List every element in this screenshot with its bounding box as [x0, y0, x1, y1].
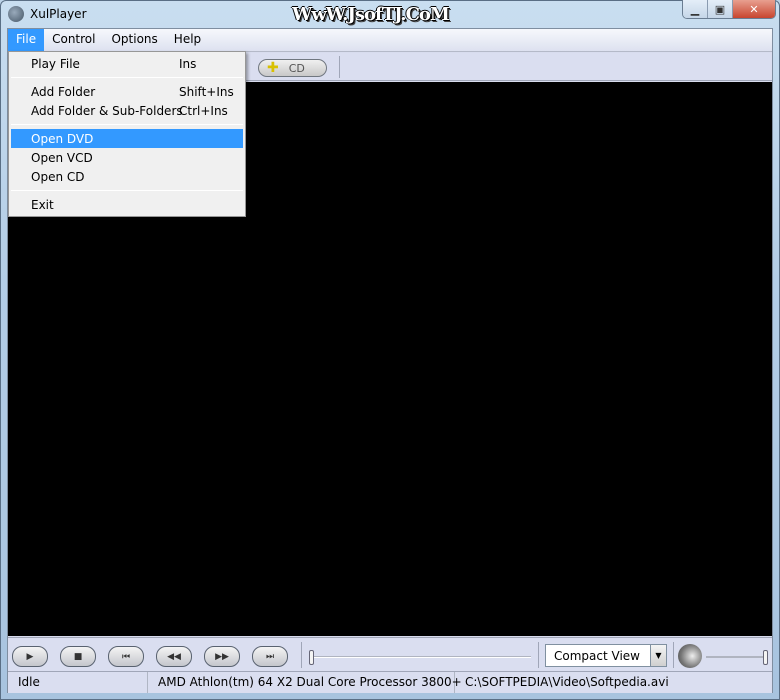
volume-thumb[interactable] [763, 650, 768, 665]
status-cpu: AMD Athlon(tm) 64 X2 Dual Core Processor… [148, 672, 462, 693]
divider [673, 642, 674, 668]
shortcut: Ins [179, 56, 197, 71]
speaker-icon[interactable] [678, 644, 702, 668]
minimize-button[interactable]: ▁ [683, 0, 708, 18]
play-button[interactable]: ▶ [12, 646, 48, 667]
previous-button[interactable]: ⏮ [108, 646, 144, 667]
status-state: Idle [8, 672, 148, 693]
rewind-button[interactable]: ◀◀ [156, 646, 192, 667]
menu-item-add-folder[interactable]: Add Folder Shift+Ins [11, 82, 243, 101]
shortcut: Shift+Ins [179, 84, 234, 99]
volume-track [706, 656, 768, 658]
menu-item-add-folder-subfolders[interactable]: Add Folder & Sub-Folders Ctrl+Ins [11, 101, 243, 120]
seek-track [309, 656, 531, 658]
menu-control[interactable]: Control [44, 29, 103, 52]
menu-item-exit[interactable]: Exit [11, 195, 243, 214]
label: Open CD [31, 169, 85, 184]
next-button[interactable]: ⏭ [252, 646, 288, 667]
app-icon [8, 6, 24, 22]
divider [301, 642, 302, 668]
plus-icon: ✚ [267, 60, 279, 76]
shortcut: Ctrl+Ins [179, 103, 228, 118]
chevron-down-icon[interactable]: ▼ [650, 645, 666, 666]
menu-options[interactable]: Options [103, 29, 165, 52]
menu-item-play-file[interactable]: Play File Ins [11, 54, 243, 73]
view-select[interactable]: Compact View ▼ [545, 644, 667, 667]
menu-separator [11, 190, 243, 191]
maximize-button[interactable]: ▣ [708, 0, 733, 18]
volume-slider[interactable] [706, 650, 768, 665]
menu-item-open-vcd[interactable]: Open VCD [11, 148, 243, 167]
toolbar-divider [339, 56, 340, 78]
view-select-value: Compact View [554, 649, 640, 663]
fast-forward-button[interactable]: ▶▶ [204, 646, 240, 667]
label: Exit [31, 197, 54, 212]
menu-bar: File Control Options Help [8, 29, 772, 52]
label: Add Folder & Sub-Folders [31, 103, 183, 118]
stop-button[interactable]: ■ [60, 646, 96, 667]
file-menu-dropdown: Play File Ins Add Folder Shift+Ins Add Fol… [8, 51, 246, 217]
seek-slider[interactable] [309, 650, 531, 665]
menu-file[interactable]: File [8, 29, 45, 52]
caption-buttons: ▁ ▣ ✕ [682, 0, 776, 19]
watermark: WwW.JsofTJ.CoM [292, 4, 450, 25]
close-button[interactable]: ✕ [733, 0, 775, 18]
label: Open VCD [31, 150, 93, 165]
menu-item-open-cd[interactable]: Open CD [11, 167, 243, 186]
cd-label: CD [288, 61, 305, 75]
label: Open DVD [31, 131, 94, 146]
menu-separator [11, 77, 243, 78]
playback-controls: ▶ ■ ⏮ ◀◀ ▶▶ ⏭ Compact View ▼ [8, 637, 772, 671]
menu-help[interactable]: Help [166, 29, 209, 52]
menu-item-open-dvd[interactable]: Open DVD [11, 129, 243, 148]
menu-separator [11, 124, 243, 125]
label: Play File [31, 56, 80, 71]
cd-button[interactable]: ✚ CD [258, 59, 327, 77]
window-title: XulPlayer [30, 7, 87, 21]
seek-thumb[interactable] [309, 650, 314, 665]
label: Add Folder [31, 84, 96, 99]
title-bar: XulPlayer [8, 4, 87, 24]
status-file: C:\SOFTPEDIA\Video\Softpedia.avi [465, 675, 669, 689]
status-bar: Idle AMD Athlon(tm) 64 X2 Dual Core Proc… [8, 671, 772, 693]
divider [538, 642, 539, 668]
